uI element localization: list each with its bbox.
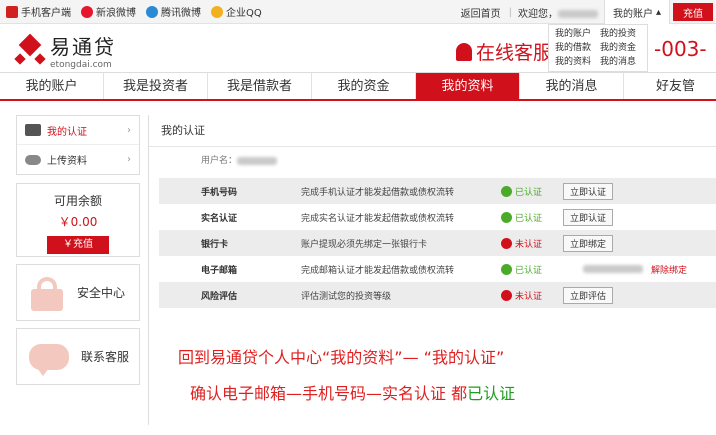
table-row: 实名认证 完成实名认证才能发起借款或债权流转 已认证 立即认证 (159, 204, 716, 230)
username-blurred (557, 9, 598, 18)
caret-up-icon: ▴ (655, 6, 661, 18)
check-circle-icon (501, 263, 512, 275)
nav-my-messages[interactable]: 我的消息 (520, 73, 624, 99)
sidebar: 我的认证 › 上传资料 › 可用余额 ￥0.00 ￥充值 安全中心 联系客服 (16, 115, 140, 385)
dropdown-item-profile[interactable]: 我的资料 (555, 56, 596, 68)
status-badge: 已认证 (501, 185, 563, 198)
topbar-right: 返回首页 | 欢迎您， 我的账户 ▴ 充值 (453, 0, 716, 24)
sidebar-item-verification[interactable]: 我的认证 › (17, 116, 139, 145)
tencent-weibo-icon (146, 5, 158, 18)
security-center-link[interactable]: 安全中心 (16, 264, 140, 321)
check-circle-icon (501, 211, 512, 223)
dropdown-item-loan[interactable]: 我的借款 (555, 42, 596, 54)
nav-friends[interactable]: 好友管 (624, 73, 716, 99)
nav-my-profile[interactable]: 我的资料 (416, 73, 520, 99)
page-title: 我的认证 (149, 115, 716, 147)
welcome-text: 欢迎您， (512, 5, 604, 20)
account-dropdown[interactable]: 我的账户 ▴ (603, 0, 670, 24)
risk-assess-button[interactable]: 立即评估 (563, 286, 614, 304)
logo-mark-icon (14, 33, 46, 67)
table-row: 电子邮箱 完成邮箱认证才能发起借款或债权流转 已认证 解除绑定 (159, 256, 716, 282)
username-row: 用户名： (149, 147, 716, 175)
site-logo[interactable]: 易通贷 etongdai.com (14, 31, 116, 70)
sidebar-recharge-button[interactable]: ￥充值 (47, 236, 109, 254)
home-link[interactable]: 返回首页 (453, 5, 509, 20)
instruction-note-1: 回到易通贷个人中心“我的资料”— “我的认证” (178, 348, 505, 367)
cloud-upload-icon (25, 154, 41, 165)
logo-domain: etongdai.com (50, 60, 112, 70)
chat-bubble-icon (29, 343, 69, 376)
phone-icon (6, 5, 18, 18)
dropdown-item-account[interactable]: 我的账户 (555, 28, 596, 40)
nav-my-funds[interactable]: 我的资金 (312, 73, 416, 99)
balance-label: 可用余额 (53, 194, 102, 208)
customer-service-link[interactable]: 联系客服 (16, 328, 140, 385)
table-row: 银行卡 账户提现必须先绑定一张银行卡 未认证 立即绑定 (159, 230, 716, 256)
id-card-icon (25, 124, 41, 136)
dropdown-item-invest[interactable]: 我的投资 (600, 28, 641, 40)
chevron-right-icon: › (127, 124, 131, 136)
dropdown-item-messages[interactable]: 我的消息 (600, 56, 641, 68)
sidebar-menu: 我的认证 › 上传资料 › (16, 115, 140, 175)
lock-icon (29, 275, 65, 311)
verify-phone-button[interactable]: 立即认证 (563, 182, 614, 200)
chevron-right-icon: › (127, 154, 131, 165)
bell-icon (456, 42, 472, 61)
instruction-note-2: 确认电子邮箱—手机号码—实名认证 都已认证 (190, 384, 516, 403)
sina-weibo-link[interactable]: 新浪微博 (81, 4, 136, 19)
x-circle-icon (501, 289, 512, 301)
check-circle-icon (501, 185, 512, 197)
logo-name: 易通贷 (50, 35, 116, 59)
weibo-icon (81, 5, 93, 18)
nav-borrower[interactable]: 我是借款者 (208, 73, 312, 99)
verification-panel: 我的认证 用户名： 手机号码 完成手机认证才能发起借款或债权流转 已认证 立即认… (148, 115, 716, 425)
tencent-weibo-link[interactable]: 腾讯微博 (146, 4, 201, 19)
bind-card-button[interactable]: 立即绑定 (563, 234, 614, 252)
status-badge: 未认证 (501, 237, 563, 250)
unbind-email-link[interactable]: 解除绑定 (651, 263, 687, 276)
x-circle-icon (501, 237, 512, 249)
dropdown-item-funds[interactable]: 我的资金 (600, 42, 641, 54)
nav-my-account[interactable]: 我的账户 (0, 73, 104, 99)
balance-panel: 可用余额 ￥0.00 ￥充值 (16, 183, 140, 257)
nav-investor[interactable]: 我是投资者 (104, 73, 208, 99)
email-blurred (583, 265, 643, 273)
top-recharge-button[interactable]: 充值 (673, 3, 713, 21)
mobile-client-link[interactable]: 手机客户端 (6, 4, 71, 19)
table-row: 手机号码 完成手机认证才能发起借款或债权流转 已认证 立即认证 (159, 178, 716, 204)
username-blurred (237, 156, 278, 165)
qq-icon (211, 5, 223, 18)
topbar-left-links: 手机客户端 新浪微博 腾讯微博 企业QQ (6, 4, 262, 19)
top-bar: 手机客户端 新浪微博 腾讯微博 企业QQ 返回首页 | 欢迎您， 我的账户 ▴ 充… (0, 0, 716, 24)
account-dropdown-menu: 我的账户 我的投资 我的借款 我的资金 我的资料 我的消息 (548, 24, 648, 72)
verify-realname-button[interactable]: 立即认证 (563, 208, 614, 226)
sidebar-item-upload[interactable]: 上传资料 › (17, 145, 139, 174)
status-badge: 已认证 (501, 263, 563, 276)
table-row: 风险评估 评估测试您的投资等级 未认证 立即评估 (159, 282, 716, 308)
main-nav: 我的账户 我是投资者 我是借款者 我的资金 我的资料 我的消息 好友管 (0, 72, 716, 101)
enterprise-qq-link[interactable]: 企业QQ (211, 4, 262, 19)
status-badge: 已认证 (501, 211, 563, 224)
verification-table: 手机号码 完成手机认证才能发起借款或债权流转 已认证 立即认证 实名认证 完成实… (159, 178, 716, 308)
status-badge: 未认证 (501, 289, 563, 302)
balance-value: ￥0.00 (58, 215, 98, 229)
hotline-number: -003- (654, 37, 707, 61)
online-service-link[interactable]: 在线客服 (456, 38, 552, 65)
